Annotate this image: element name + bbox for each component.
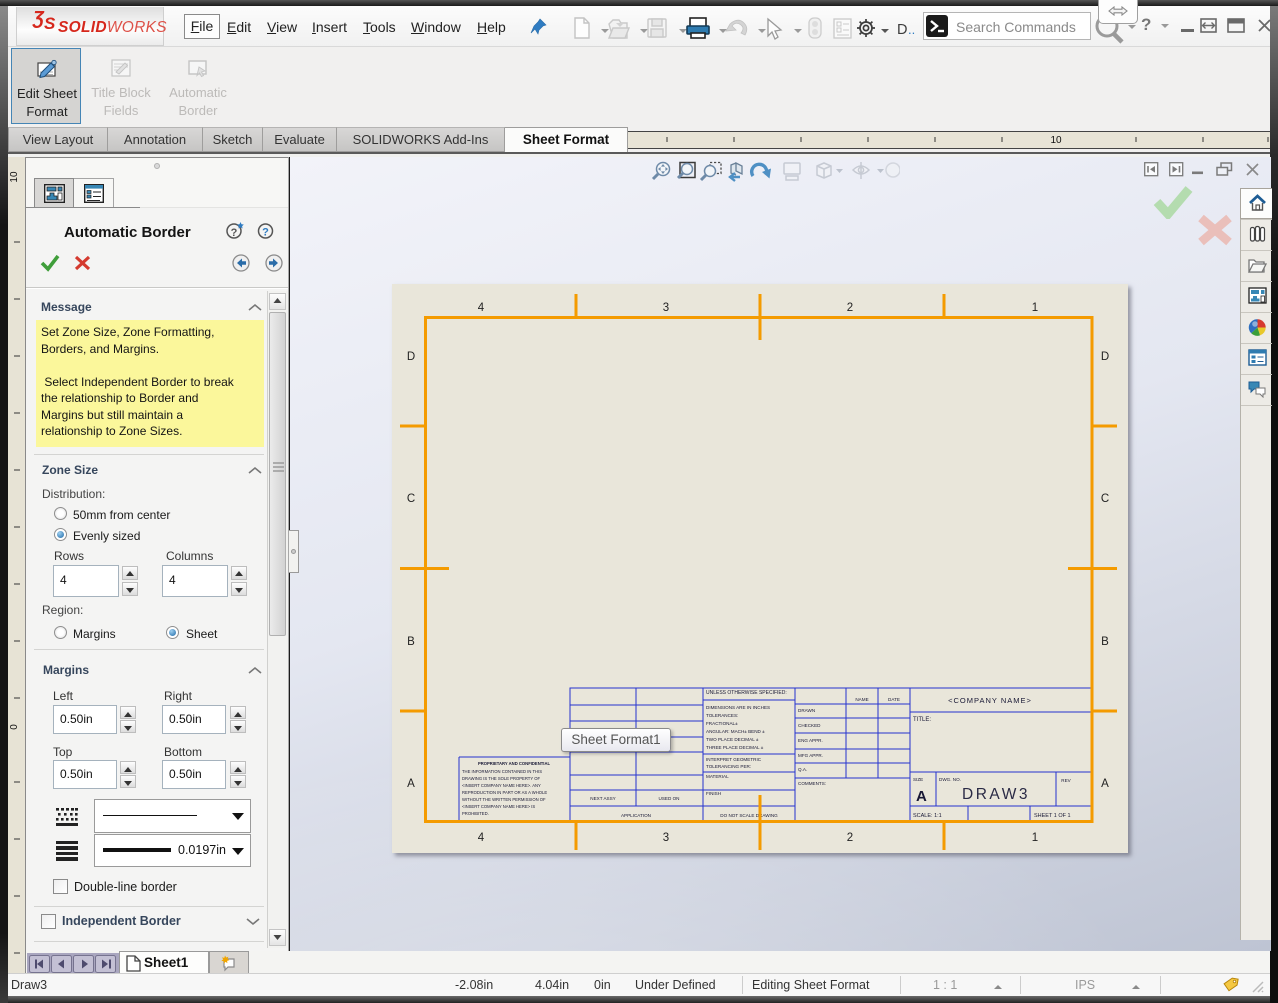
svg-text:WITHOUT THE WRITTEN PERMISSION: WITHOUT THE WRITTEN PERMISSION OF <box>462 797 546 802</box>
svg-text:PROPRIETARY AND CONFIDENTIAL: PROPRIETARY AND CONFIDENTIAL <box>478 761 551 766</box>
svg-text:10: 10 <box>9 171 20 183</box>
svg-text:1: 1 <box>1032 302 1038 314</box>
svg-text:SHEET 1 OF 1: SHEET 1 OF 1 <box>1034 813 1071 819</box>
svg-text:UNLESS OTHERWISE SPECIFIED:: UNLESS OTHERWISE SPECIFIED: <box>706 690 787 696</box>
svg-text:D: D <box>897 22 907 38</box>
svg-text:A: A <box>407 778 415 790</box>
svg-text:DWG. NO.: DWG. NO. <box>939 777 961 782</box>
svg-text:?: ? <box>262 227 269 239</box>
svg-text:2: 2 <box>847 302 853 314</box>
svg-text:THREE PLACE DECIMAL ±: THREE PLACE DECIMAL ± <box>706 745 764 750</box>
svg-text:APPLICATION: APPLICATION <box>621 813 651 818</box>
svg-text:Q.A.: Q.A. <box>798 767 807 772</box>
svg-text:DO NOT SCALE DRAWING: DO NOT SCALE DRAWING <box>720 813 778 818</box>
svg-text:CHECKED: CHECKED <box>798 723 821 728</box>
svg-text:B: B <box>1101 636 1109 648</box>
svg-text:4: 4 <box>478 832 485 844</box>
svg-text:REV: REV <box>1061 778 1071 783</box>
svg-text:TOLERANCING PER:: TOLERANCING PER: <box>706 764 751 769</box>
svg-text:<INSERT COMPANY NAME HERE>. AN: <INSERT COMPANY NAME HERE>. ANY <box>462 783 541 788</box>
svg-text:FRACTIONAL±: FRACTIONAL± <box>706 721 738 726</box>
svg-text:THE INFORMATION CONTAINED IN T: THE INFORMATION CONTAINED IN THIS <box>462 769 542 774</box>
svg-text:ENG APPR.: ENG APPR. <box>798 738 823 743</box>
svg-text:INTERPRET GEOMETRIC: INTERPRET GEOMETRIC <box>706 757 762 762</box>
svg-text:A: A <box>916 788 927 805</box>
svg-text:REPRODUCTION IN PART OR AS A W: REPRODUCTION IN PART OR AS A WHOLE <box>462 790 547 795</box>
svg-text:NEXT ASSY: NEXT ASSY <box>590 796 615 801</box>
svg-text:DRAW3: DRAW3 <box>962 786 1030 803</box>
svg-text:<INSERT COMPANY NAME HERE> IS: <INSERT COMPANY NAME HERE> IS <box>462 804 535 809</box>
svg-text:0: 0 <box>9 724 20 730</box>
svg-text:A: A <box>1101 778 1109 790</box>
svg-text:NAME: NAME <box>855 697 868 702</box>
svg-text:C: C <box>407 493 415 505</box>
svg-text:C: C <box>1101 493 1109 505</box>
svg-text:USED ON: USED ON <box>659 796 680 801</box>
svg-text:DRAWING IS THE SOLE PROPERTY O: DRAWING IS THE SOLE PROPERTY OF <box>462 776 540 781</box>
svg-text:TITLE:: TITLE: <box>913 717 931 723</box>
svg-text:D: D <box>407 351 415 363</box>
svg-text:1: 1 <box>1032 832 1038 844</box>
svg-text:B: B <box>407 636 415 648</box>
svg-text:TOLERANCES:: TOLERANCES: <box>706 713 738 718</box>
svg-text:3: 3 <box>663 302 669 314</box>
svg-text:FINISH: FINISH <box>706 791 721 796</box>
svg-text:DATE: DATE <box>888 697 900 702</box>
svg-text:MFG APPR.: MFG APPR. <box>798 753 823 758</box>
svg-text:10: 10 <box>1050 135 1062 146</box>
svg-text:COMMENTS:: COMMENTS: <box>798 781 826 786</box>
svg-text:PROHIBITED.: PROHIBITED. <box>462 811 489 816</box>
svg-text:DRAWN: DRAWN <box>798 708 815 713</box>
svg-text:4: 4 <box>478 302 485 314</box>
svg-text:3: 3 <box>663 832 669 844</box>
svg-text:?: ? <box>231 227 238 239</box>
svg-text:MATERIAL: MATERIAL <box>706 774 729 779</box>
svg-text:TWO PLACE DECIMAL ±: TWO PLACE DECIMAL ± <box>706 737 759 742</box>
svg-text:DIMENSIONS ARE IN INCHES: DIMENSIONS ARE IN INCHES <box>706 705 770 710</box>
svg-text:D: D <box>1101 351 1109 363</box>
svg-text:SCALE: 1:1: SCALE: 1:1 <box>913 813 942 819</box>
svg-text:2: 2 <box>847 832 853 844</box>
svg-text:SIZE: SIZE <box>913 777 923 782</box>
svg-text:..: .. <box>908 22 915 37</box>
svg-text:<COMPANY NAME>: <COMPANY NAME> <box>948 696 1032 705</box>
svg-text:ANGULAR: MACH± BEND ±: ANGULAR: MACH± BEND ± <box>706 729 765 734</box>
